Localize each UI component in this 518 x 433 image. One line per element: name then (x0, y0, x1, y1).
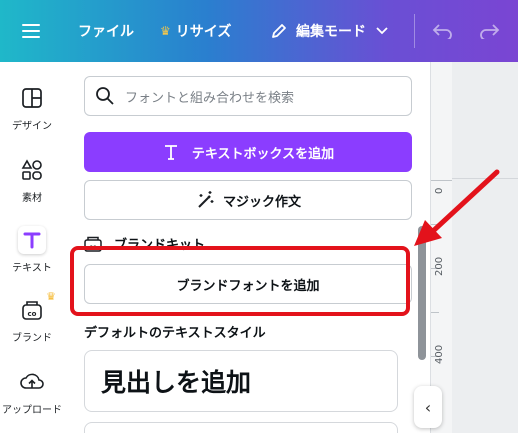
layout-icon (18, 84, 46, 112)
text-icon (164, 145, 177, 160)
search-icon (96, 87, 114, 105)
chevron-down-icon (376, 27, 388, 35)
text-icon (18, 226, 46, 254)
toolbar-divider (414, 14, 415, 48)
menu-icon[interactable] (22, 0, 42, 62)
svg-text:co: co (28, 310, 37, 318)
default-styles-title: デフォルトのテキストスタイル (84, 326, 266, 341)
edit-mode-label: 編集モード (296, 24, 366, 40)
rail-label-uploads: アップロード (2, 405, 62, 416)
rail-label-elements: 素材 (22, 193, 42, 204)
magic-write-label: マジック作文 (222, 194, 301, 210)
ruler-label-200: 200 (434, 256, 445, 276)
crown-icon: ♛ (160, 24, 171, 38)
add-subheading-button[interactable] (84, 422, 398, 433)
font-search-input[interactable]: フォントと組み合わせを検索 (84, 76, 412, 116)
redo-icon (480, 24, 500, 39)
panel-scrollbar[interactable] (418, 226, 426, 360)
rail-item-elements[interactable]: 素材 (0, 156, 64, 204)
highlight-box (70, 246, 410, 316)
ruler-label-400: 400 (434, 344, 445, 364)
rail-item-design[interactable]: デザイン (0, 84, 64, 132)
resize-button[interactable]: ♛ リサイズ (160, 0, 231, 62)
edit-mode-dropdown[interactable]: 編集モード (270, 0, 388, 62)
file-menu-button[interactable]: ファイル (78, 0, 134, 62)
upload-icon (18, 368, 46, 396)
rail-label-text: テキスト (12, 263, 52, 274)
chevron-left-icon: ‹ (424, 397, 432, 417)
magic-wand-icon (198, 191, 214, 208)
pencil-icon (272, 24, 286, 38)
canvas-area[interactable] (452, 62, 518, 433)
rail-item-uploads[interactable]: アップロード (0, 368, 64, 416)
side-nav-rail: デザイン 素材 テキスト co ♛ ブランド アップロード (0, 62, 64, 433)
add-heading-button[interactable]: 見出しを追加 (84, 350, 398, 412)
undo-icon (432, 24, 452, 39)
rail-item-text[interactable]: テキスト (0, 226, 64, 274)
magic-write-button[interactable]: マジック作文 (84, 180, 412, 220)
collapse-panel-button[interactable]: ‹ (414, 386, 442, 428)
add-textbox-button[interactable]: テキストボックスを追加 (84, 132, 412, 172)
redo-button[interactable] (478, 0, 500, 62)
vertical-ruler: 0 200 400 (430, 62, 453, 433)
ruler-label-0: 0 (434, 187, 445, 194)
file-menu-label: ファイル (78, 24, 134, 40)
rail-label-design: デザイン (12, 121, 52, 132)
brand-icon: co ♛ (18, 290, 56, 324)
add-textbox-label: テキストボックスを追加 (191, 146, 335, 162)
rail-item-brand[interactable]: co ♛ ブランド (0, 290, 64, 344)
top-toolbar: ファイル ♛ リサイズ 編集モード (0, 0, 518, 62)
rail-label-brand: ブランド (12, 333, 52, 344)
undo-button[interactable] (432, 0, 454, 62)
add-heading-label: 見出しを追加 (101, 368, 252, 397)
search-placeholder: フォントと組み合わせを検索 (125, 90, 295, 106)
crown-icon: ♛ (46, 290, 56, 303)
shapes-icon (18, 156, 46, 184)
resize-label: リサイズ (175, 24, 232, 40)
